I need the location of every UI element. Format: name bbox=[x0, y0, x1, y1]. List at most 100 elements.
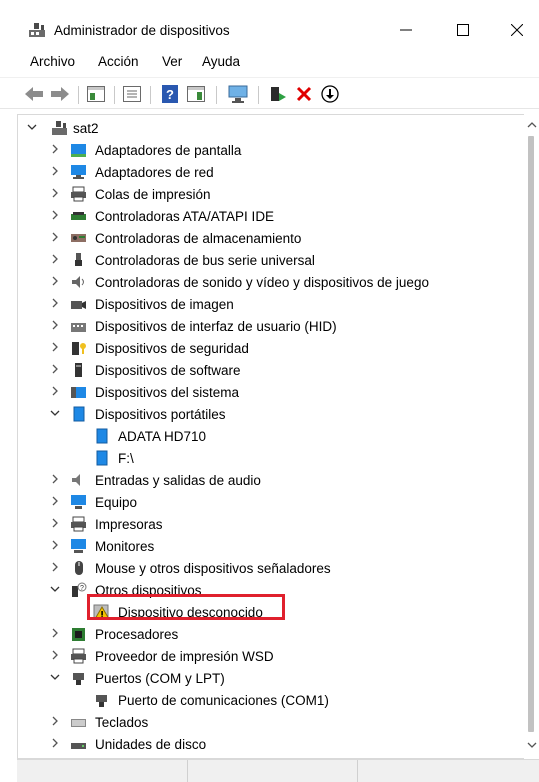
tree-category-item[interactable]: Entradas y salidas de audio bbox=[18, 469, 508, 491]
chevron-right-icon[interactable] bbox=[49, 165, 61, 177]
tree-category-item[interactable]: Dispositivos de seguridad bbox=[18, 337, 508, 359]
print-queue-icon bbox=[70, 186, 87, 202]
tree-category-item[interactable]: Unidades de disco bbox=[18, 733, 508, 755]
tree-item-label: Dispositivos de interfaz de usuario (HID… bbox=[95, 319, 337, 334]
tree-category-item[interactable]: Colas de impresión bbox=[18, 183, 508, 205]
tree-item-label: Proveedor de impresión WSD bbox=[95, 649, 274, 664]
back-button[interactable] bbox=[24, 84, 44, 104]
tree-category-item[interactable]: Controladoras de almacenamiento bbox=[18, 227, 508, 249]
tree-category-item[interactable]: Proveedor de impresión WSD bbox=[18, 645, 508, 667]
mouse-icon bbox=[70, 560, 87, 576]
properties-view-button[interactable] bbox=[86, 84, 106, 104]
chevron-right-icon[interactable] bbox=[49, 187, 61, 199]
update-driver-button[interactable] bbox=[268, 84, 288, 104]
scroll-up-button[interactable] bbox=[524, 118, 539, 132]
uninstall-device-button[interactable] bbox=[294, 84, 314, 104]
minimize-button[interactable] bbox=[386, 15, 426, 45]
tree-item-label: Colas de impresión bbox=[95, 187, 211, 202]
tree-category-item[interactable]: Dispositivos de software bbox=[18, 359, 508, 381]
chevron-right-icon[interactable] bbox=[49, 319, 61, 331]
chevron-right-icon[interactable] bbox=[49, 297, 61, 309]
chevron-right-icon[interactable] bbox=[49, 275, 61, 287]
tree-category-item[interactable]: Controladoras de bus serie universal bbox=[18, 249, 508, 271]
scrollbar-thumb[interactable] bbox=[528, 136, 534, 732]
help-button[interactable]: ? bbox=[160, 84, 180, 104]
close-button[interactable] bbox=[497, 15, 537, 45]
tree-category-item[interactable]: Equipo bbox=[18, 491, 508, 513]
tree-category-item[interactable]: Dispositivos de imagen bbox=[18, 293, 508, 315]
chevron-right-icon[interactable] bbox=[49, 253, 61, 265]
tree-category-item[interactable]: Dispositivos del sistema bbox=[18, 381, 508, 403]
chevron-down-icon[interactable] bbox=[49, 407, 61, 419]
help-icon: ? bbox=[162, 85, 178, 103]
tree-category-item[interactable]: Adaptadores de red bbox=[18, 161, 508, 183]
tree-category-item[interactable]: Controladoras de sonido y vídeo y dispos… bbox=[18, 271, 508, 293]
window-title: Administrador de dispositivos bbox=[54, 23, 230, 38]
chevron-right-icon[interactable] bbox=[49, 385, 61, 397]
menu-archivo[interactable]: Archivo bbox=[30, 54, 75, 69]
chevron-down-icon[interactable] bbox=[26, 121, 38, 133]
properties-button[interactable] bbox=[122, 84, 142, 104]
chevron-right-icon[interactable] bbox=[49, 363, 61, 375]
highlight-box bbox=[87, 594, 285, 620]
tree-category-item[interactable]: Controladoras ATA/ATAPI IDE bbox=[18, 205, 508, 227]
tree-category-item[interactable]: Puertos (COM y LPT) bbox=[18, 667, 508, 689]
tree-root[interactable]: sat2 bbox=[18, 117, 508, 139]
menu-accion[interactable]: Acción bbox=[98, 54, 139, 69]
svg-text:?: ? bbox=[80, 585, 84, 592]
menu-ver[interactable]: Ver bbox=[162, 54, 182, 69]
device-tree[interactable]: sat2 Adaptadores de pantalla Adaptadores … bbox=[17, 114, 525, 759]
ide-controller-icon bbox=[70, 208, 87, 224]
tree-item-label: Mouse y otros dispositivos señaladores bbox=[95, 561, 331, 576]
action-pane-button[interactable] bbox=[186, 84, 206, 104]
vertical-scrollbar[interactable] bbox=[524, 114, 539, 759]
chevron-down-icon[interactable] bbox=[49, 583, 61, 595]
chevron-right-icon[interactable] bbox=[49, 473, 61, 485]
maximize-button[interactable] bbox=[443, 15, 483, 45]
tree-category-item[interactable]: Monitores bbox=[18, 535, 508, 557]
chevron-right-icon[interactable] bbox=[49, 539, 61, 551]
forward-arrow-icon bbox=[51, 87, 69, 101]
chevron-right-icon[interactable] bbox=[49, 561, 61, 573]
properties-icon bbox=[123, 86, 141, 102]
tree-item-label: F:\ bbox=[118, 451, 134, 466]
tree-child-item[interactable]: Puerto de comunicaciones (COM1) bbox=[18, 689, 508, 711]
chevron-right-icon[interactable] bbox=[49, 627, 61, 639]
tree-category-item[interactable]: Procesadores bbox=[18, 623, 508, 645]
tree-item-label: Entradas y salidas de audio bbox=[95, 473, 261, 488]
tree-child-item[interactable]: ADATA HD710 bbox=[18, 425, 508, 447]
menu-ayuda[interactable]: Ayuda bbox=[202, 54, 240, 69]
tree-item-label: Dispositivos de imagen bbox=[95, 297, 234, 312]
chevron-down-icon[interactable] bbox=[49, 671, 61, 683]
tree-item-label: Monitores bbox=[95, 539, 155, 554]
tree-category-item[interactable]: Adaptadores de pantalla bbox=[18, 139, 508, 161]
chevron-right-icon[interactable] bbox=[49, 649, 61, 661]
tree-child-item[interactable]: F:\ bbox=[18, 447, 508, 469]
toolbar: ? bbox=[0, 77, 539, 109]
tree-category-item[interactable]: Impresoras bbox=[18, 513, 508, 535]
chevron-right-icon[interactable] bbox=[49, 143, 61, 155]
chevron-right-icon[interactable] bbox=[49, 209, 61, 221]
tree-category-item[interactable]: Dispositivos portátiles bbox=[18, 403, 508, 425]
chevron-right-icon[interactable] bbox=[49, 737, 61, 749]
chevron-right-icon[interactable] bbox=[49, 495, 61, 507]
chevron-right-icon[interactable] bbox=[49, 715, 61, 727]
tree-item-label: Controladoras de bus serie universal bbox=[95, 253, 315, 268]
chevron-down-icon bbox=[527, 742, 536, 748]
computer-root-icon bbox=[51, 120, 68, 136]
tree-item-label: Adaptadores de pantalla bbox=[95, 143, 242, 158]
tree-category-item[interactable]: Teclados bbox=[18, 711, 508, 733]
software-device-icon bbox=[70, 362, 87, 378]
chevron-right-icon[interactable] bbox=[49, 517, 61, 529]
tree-item-label: Teclados bbox=[95, 715, 149, 730]
chevron-right-icon[interactable] bbox=[49, 231, 61, 243]
tree-item-label: Puertos (COM y LPT) bbox=[95, 671, 225, 686]
scan-hardware-button[interactable] bbox=[228, 84, 248, 104]
portable-device-icon bbox=[93, 450, 110, 466]
scroll-down-button[interactable] bbox=[524, 738, 539, 752]
disable-device-button[interactable] bbox=[320, 84, 340, 104]
forward-button[interactable] bbox=[50, 84, 70, 104]
tree-category-item[interactable]: Dispositivos de interfaz de usuario (HID… bbox=[18, 315, 508, 337]
chevron-right-icon[interactable] bbox=[49, 341, 61, 353]
tree-category-item[interactable]: Mouse y otros dispositivos señaladores bbox=[18, 557, 508, 579]
